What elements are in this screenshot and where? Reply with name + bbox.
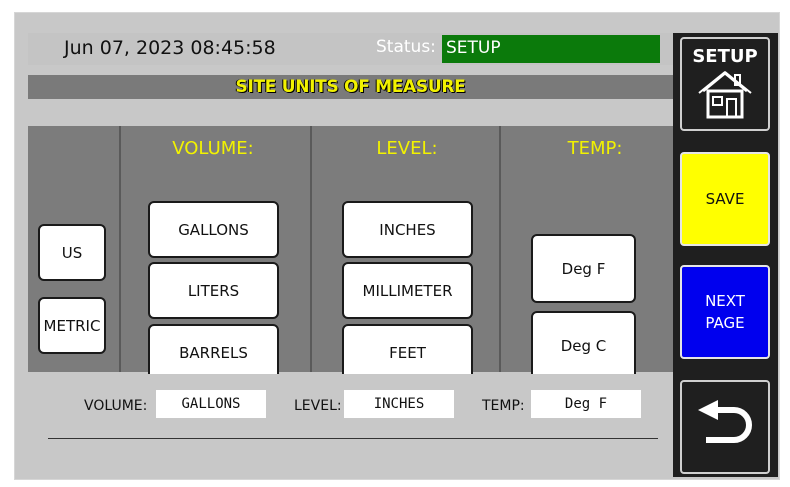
- column-divider: [119, 126, 121, 372]
- us-button[interactable]: US: [38, 224, 106, 281]
- setup-home-button[interactable]: SETUP: [680, 37, 770, 131]
- page-title: SITE UNITS OF MEASURE: [28, 75, 673, 99]
- gallons-button[interactable]: GALLONS: [148, 201, 279, 258]
- current-volume-label: VOLUME:: [84, 398, 148, 414]
- metric-button[interactable]: METRIC: [38, 297, 106, 354]
- save-label: SAVE: [705, 190, 745, 208]
- back-button[interactable]: [680, 380, 770, 474]
- setup-label: SETUP: [692, 45, 758, 67]
- level-heading: LEVEL:: [376, 138, 438, 159]
- column-divider: [499, 126, 501, 372]
- header-bar: Jun 07, 2023 08:45:58 Status: SETUP: [28, 33, 673, 65]
- current-temp-label: TEMP:: [482, 398, 525, 414]
- current-volume-value: GALLONS: [156, 390, 266, 418]
- current-temp-value: Deg F: [531, 390, 641, 418]
- main-area: Jun 07, 2023 08:45:58 Status: SETUP SITE…: [28, 33, 673, 477]
- status-label: Status:: [376, 37, 436, 57]
- units-panel: US METRIC VOLUME: GALLONS LITERS BARRELS…: [28, 126, 673, 381]
- temp-heading: TEMP:: [567, 138, 623, 159]
- datetime: Jun 07, 2023 08:45:58: [64, 37, 276, 59]
- current-level-label: LEVEL:: [294, 398, 342, 414]
- column-divider: [310, 126, 312, 372]
- home-icon: [697, 69, 753, 123]
- millimeter-button[interactable]: MILLIMETER: [342, 262, 473, 319]
- current-units-footer: VOLUME: GALLONS LEVEL: INCHES TEMP: Deg …: [28, 374, 673, 477]
- inches-button[interactable]: INCHES: [342, 201, 473, 258]
- sidebar: SETUP SAVE NEXT PAGE: [673, 33, 778, 477]
- barrels-button[interactable]: BARRELS: [148, 324, 279, 381]
- volume-heading: VOLUME:: [172, 138, 254, 159]
- next-page-button[interactable]: NEXT PAGE: [680, 265, 770, 359]
- back-arrow-icon: [694, 400, 756, 454]
- liters-button[interactable]: LITERS: [148, 262, 279, 319]
- footer-divider: [48, 438, 658, 439]
- feet-button[interactable]: FEET: [342, 324, 473, 381]
- save-button[interactable]: SAVE: [680, 152, 770, 246]
- deg-c-button[interactable]: Deg C: [531, 311, 636, 380]
- status-value: SETUP: [442, 35, 660, 63]
- next-page-label: NEXT PAGE: [705, 292, 745, 332]
- deg-f-button[interactable]: Deg F: [531, 234, 636, 303]
- current-level-value: INCHES: [344, 390, 454, 418]
